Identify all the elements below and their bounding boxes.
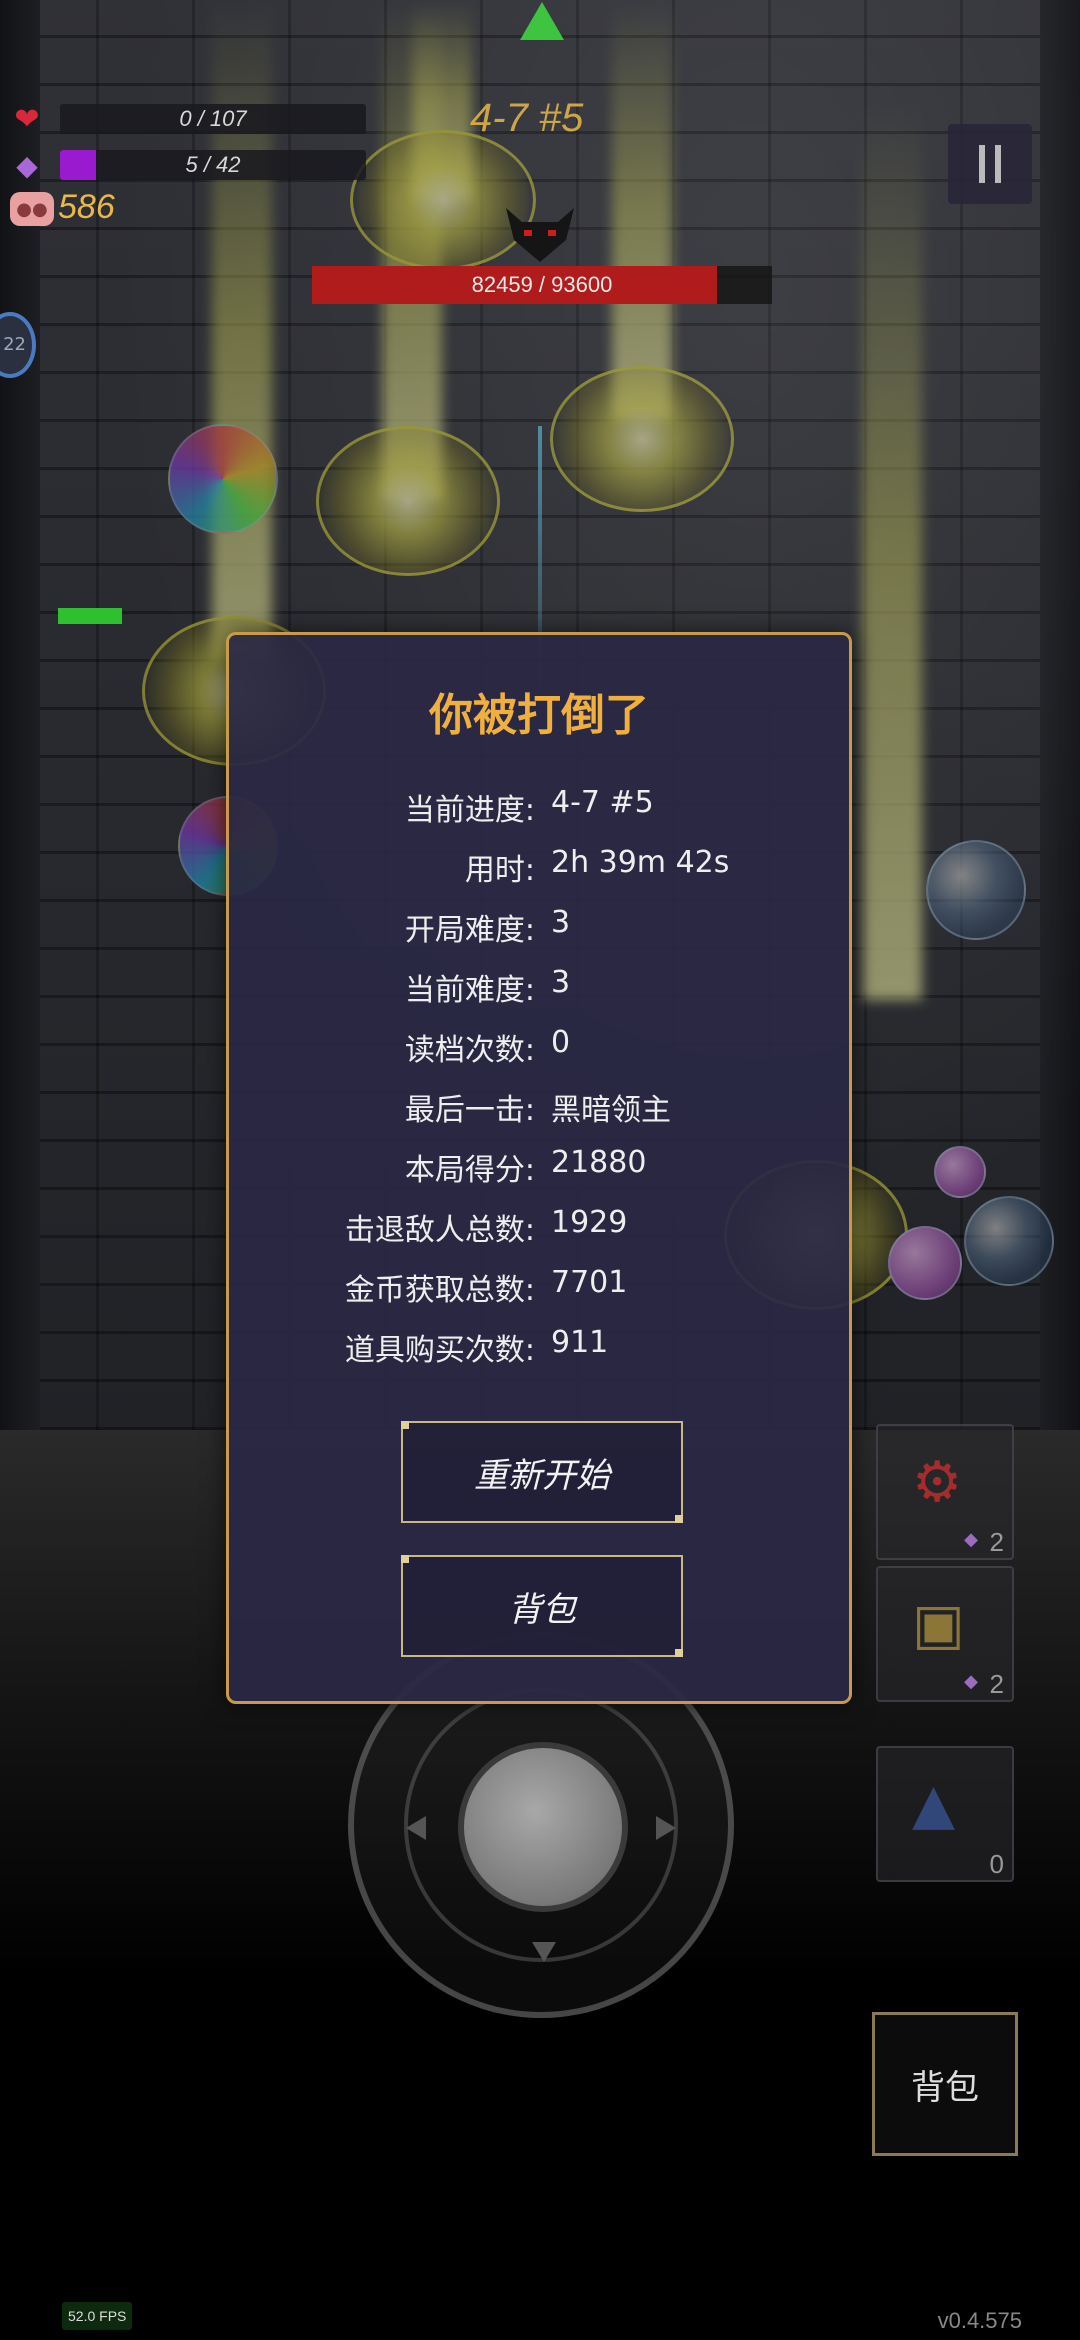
gem-cost-icon: ◆: [964, 1671, 978, 1692]
light-beam: [612, 0, 672, 420]
item-count: 0: [989, 1849, 1004, 1879]
stat-value: 1929: [551, 1205, 628, 1240]
defeat-dialog: 你被打倒了 当前进度: 4-7 #5 用时: 2h 39m 42s 开局难度: …: [226, 632, 852, 1704]
joystick-notch-left: [406, 1816, 426, 1840]
blue-potion-icon: ▲: [912, 1772, 956, 1837]
gold-crate-icon: ▣: [912, 1592, 965, 1657]
heart-icon: ❤: [14, 101, 40, 137]
purple-orb: [888, 1226, 962, 1300]
stage-label: 4-7 #5: [470, 96, 584, 140]
stat-label: 击退敌人总数:: [344, 1213, 535, 1248]
stat-row-current-difficulty: 当前难度: 3: [229, 965, 855, 1009]
stat-row-time: 用时: 2h 39m 42s: [229, 845, 855, 889]
stat-value: 911: [551, 1325, 609, 1360]
rune-circle: [316, 426, 500, 576]
item-slot-1[interactable]: ⚙ ◆ 2: [876, 1424, 1014, 1560]
stat-value: 2h 39m 42s: [551, 845, 730, 880]
stat-row-load-count: 读档次数: 0: [229, 1025, 855, 1069]
stat-label: 当前进度:: [404, 793, 535, 828]
restart-button[interactable]: 重新开始: [401, 1421, 683, 1523]
backpack-dialog-button[interactable]: 背包: [401, 1555, 683, 1657]
item-slot-3[interactable]: ▲ 0: [876, 1746, 1014, 1882]
version-label: v0.4.575: [937, 2308, 1022, 2333]
stat-value: 7701: [551, 1265, 628, 1300]
stat-value: 3: [551, 965, 571, 1000]
mana-row: ◆ 5 / 42: [10, 148, 366, 182]
rainbow-orb: [168, 424, 278, 534]
purple-orb: [934, 1146, 986, 1198]
gold-amount: 586: [58, 188, 115, 226]
joystick-notch-right: [656, 1816, 676, 1840]
joystick-notch-bottom: [532, 1942, 556, 1962]
light-beam: [212, 0, 272, 660]
light-beam: [382, 0, 442, 500]
hp-row: ❤ 0 / 107: [10, 101, 366, 137]
enemy-hp-bar: [58, 608, 122, 624]
stat-row-kills: 击退敌人总数: 1929: [229, 1205, 855, 1249]
stat-label: 金币获取总数:: [344, 1273, 535, 1308]
bubble-orb: [964, 1196, 1054, 1286]
stat-value: 3: [551, 905, 571, 940]
stat-row-progress: 当前进度: 4-7 #5: [229, 785, 855, 829]
stat-row-purchases: 道具购买次数: 911: [229, 1325, 855, 1369]
hp-text: 0 / 107: [179, 106, 247, 131]
stat-row-last-hit: 最后一击: 黑暗领主: [229, 1085, 855, 1129]
stat-row-score: 本局得分: 21880: [229, 1145, 855, 1189]
stat-label: 当前难度:: [404, 973, 535, 1008]
mana-text: 5 / 42: [185, 152, 241, 177]
stat-value: 21880: [551, 1145, 647, 1180]
stat-label: 读档次数:: [404, 1033, 535, 1068]
up-arrow-icon: [520, 2, 564, 40]
gem-cost-icon: ◆: [964, 1529, 978, 1550]
pause-icon-bar: [979, 145, 985, 183]
stat-value: 黑暗领主: [551, 1093, 671, 1128]
piggy-bank-icon: ●●: [10, 192, 54, 226]
rune-circle: [550, 366, 734, 512]
item-count: 2: [989, 1669, 1004, 1699]
stat-label: 开局难度:: [404, 913, 535, 948]
dialog-title: 你被打倒了: [429, 690, 649, 741]
fps-counter: 52.0 FPS: [62, 2302, 133, 2330]
light-beam: [862, 100, 922, 1000]
stat-row-start-difficulty: 开局难度: 3: [229, 905, 855, 949]
bubble-orb: [926, 840, 1026, 940]
item-count: 2: [989, 1527, 1004, 1557]
boss-hp-text: 82459 / 93600: [471, 272, 613, 297]
joystick-knob[interactable]: [458, 1742, 628, 1912]
stat-label: 本局得分:: [404, 1153, 535, 1188]
right-wall: [1040, 0, 1080, 1430]
stat-value: 4-7 #5: [551, 785, 654, 820]
red-potion-icon: ⚙: [912, 1450, 963, 1515]
stat-row-gold-total: 金币获取总数: 7701: [229, 1265, 855, 1309]
pause-button[interactable]: [948, 124, 1032, 204]
stat-label: 道具购买次数:: [344, 1333, 535, 1368]
stat-value: 0: [551, 1025, 571, 1060]
stat-label: 最后一击:: [404, 1093, 535, 1128]
mana-gem-icon: ◆: [16, 148, 38, 182]
hp-bar: 0 / 107: [60, 104, 366, 134]
stat-label: 用时:: [464, 853, 535, 888]
item-slot-2[interactable]: ▣ ◆ 2: [876, 1566, 1014, 1702]
mana-bar: 5 / 42: [60, 150, 366, 180]
backpack-button[interactable]: 背包: [872, 2012, 1018, 2156]
boss-dark-lord-icon: [500, 200, 580, 270]
boss-hp-bar: 82459 / 93600: [312, 266, 772, 304]
light-beam: [412, 0, 472, 200]
pause-icon-bar: [995, 145, 1001, 183]
